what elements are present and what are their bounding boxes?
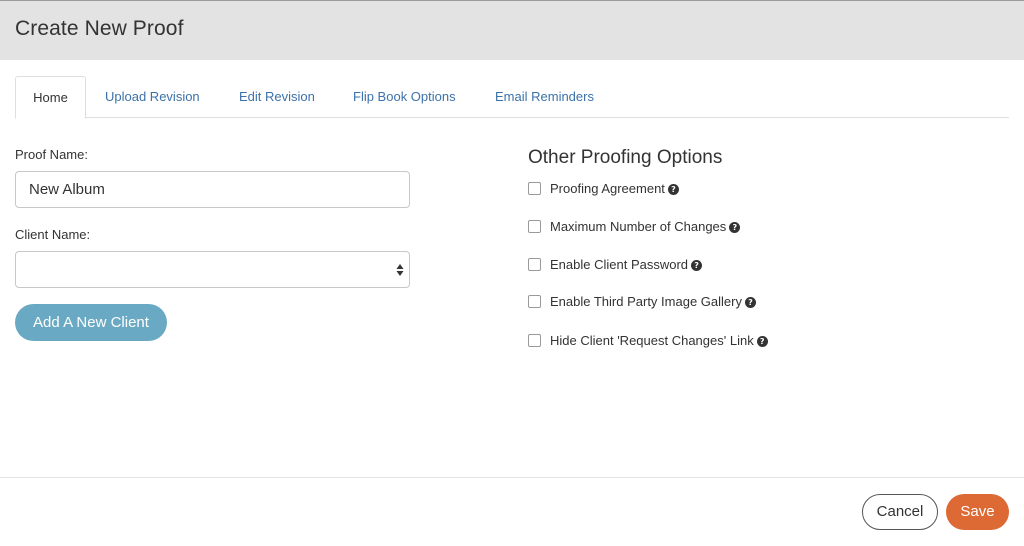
tab-home[interactable]: Home xyxy=(15,76,86,119)
proof-name-label: Proof Name: xyxy=(15,147,88,162)
cancel-button[interactable]: Cancel xyxy=(862,494,938,530)
add-new-client-button[interactable]: Add A New Client xyxy=(15,304,167,341)
other-proofing-options-title: Other Proofing Options xyxy=(528,147,723,168)
maximum-changes-checkbox[interactable] xyxy=(528,220,541,233)
modal-title: Create New Proof xyxy=(15,17,184,40)
third-party-gallery-label: Enable Third Party Image Gallery xyxy=(550,294,742,309)
modal-header: Create New Proof xyxy=(0,1,1024,60)
hide-request-changes-label: Hide Client 'Request Changes' Link xyxy=(550,333,754,348)
question-circle-icon[interactable]: ? xyxy=(744,297,756,308)
client-name-select[interactable] xyxy=(15,251,410,288)
question-circle-icon[interactable]: ? xyxy=(729,222,741,233)
proofing-agreement-label: Proofing Agreement xyxy=(550,181,665,196)
question-circle-icon[interactable]: ? xyxy=(691,260,703,271)
footer-divider xyxy=(0,477,1024,478)
question-circle-icon[interactable]: ? xyxy=(756,336,768,347)
create-proof-modal: Create New Proof Home Upload Revision Ed… xyxy=(0,0,1024,546)
tab-upload-revision[interactable]: Upload Revision xyxy=(105,76,200,118)
client-password-checkbox[interactable] xyxy=(528,258,541,271)
question-circle-icon[interactable]: ? xyxy=(667,184,679,195)
client-password-label: Enable Client Password xyxy=(550,257,689,272)
hide-request-changes-checkbox[interactable] xyxy=(528,334,541,347)
tab-email-reminders[interactable]: Email Reminders xyxy=(495,76,594,118)
maximum-changes-label: Maximum Number of Changes xyxy=(550,219,727,234)
tab-flip-book-options[interactable]: Flip Book Options xyxy=(353,76,456,118)
tab-edit-revision[interactable]: Edit Revision xyxy=(239,76,315,118)
proofing-agreement-checkbox[interactable] xyxy=(528,182,541,195)
proof-name-input[interactable] xyxy=(15,171,410,208)
save-button[interactable]: Save xyxy=(946,494,1009,530)
select-arrows-icon xyxy=(396,264,404,276)
third-party-gallery-checkbox[interactable] xyxy=(528,295,541,308)
client-name-label: Client Name: xyxy=(15,227,91,242)
tab-bar: Home Upload Revision Edit Revision Flip … xyxy=(15,76,1009,119)
